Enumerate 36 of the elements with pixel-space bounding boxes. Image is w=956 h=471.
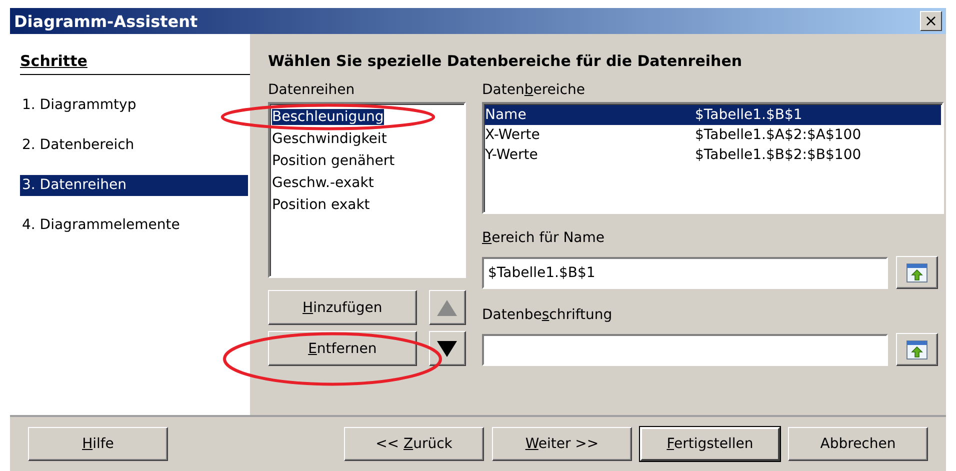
dialog-button[interactable]: Weiter >> bbox=[492, 427, 632, 461]
range-row[interactable]: X-Werte $Tabelle1.$A$2:$A$100 bbox=[485, 125, 941, 145]
dialog-button[interactable]: Fertigstellen bbox=[640, 427, 780, 461]
down-triangle-icon bbox=[436, 340, 458, 358]
section-heading: Wählen Sie spezielle Datenbereiche für die Datenreihen bbox=[268, 52, 744, 70]
step-item[interactable]: 1. Diagrammtyp bbox=[20, 95, 248, 116]
series-item[interactable]: Geschw.-exakt bbox=[272, 175, 374, 191]
steps-heading: Schritte bbox=[20, 52, 250, 75]
ranges-label: Datenbereiche bbox=[482, 82, 586, 100]
select-range-button[interactable] bbox=[896, 333, 938, 366]
series-list[interactable]: Beschleunigung Geschwindigkeit Position genähert Geschw.-exakt Position exakt bbox=[268, 102, 466, 278]
step-item[interactable]: 3. Datenreihen bbox=[20, 175, 248, 196]
dialog-button[interactable]: Abbrechen bbox=[788, 427, 928, 461]
range-row[interactable]: Y-Werte $Tabelle1.$B$2:$B$100 bbox=[485, 145, 941, 165]
dialog-button[interactable]: Hilfe bbox=[28, 427, 168, 461]
up-triangle-icon bbox=[436, 298, 458, 316]
move-down-button[interactable] bbox=[428, 331, 466, 366]
series-label: Datenreihen bbox=[268, 82, 356, 100]
remove-button[interactable]: Entfernen bbox=[268, 331, 417, 366]
series-item[interactable]: Beschleunigung bbox=[272, 109, 384, 125]
dialog-button[interactable]: << Zurück bbox=[344, 427, 484, 461]
series-item[interactable]: Position genähert bbox=[272, 153, 395, 169]
range-field[interactable]: $Tabelle1.$B$1 bbox=[482, 256, 888, 288]
series-item[interactable]: Geschwindigkeit bbox=[272, 131, 387, 147]
window-title: Diagramm-Assistent bbox=[14, 12, 198, 30]
add-button[interactable]: Hinzufügen bbox=[268, 290, 417, 325]
ranges-list[interactable]: Name $Tabelle1.$B$1 X-Werte $Tabelle1.$A$2:$A$100 Y-Werte $Tabelle1.$B$2:$B$100 bbox=[482, 102, 944, 214]
field-label: Datenbeschriftung bbox=[482, 307, 614, 325]
close-button[interactable]: × bbox=[920, 11, 942, 31]
step-item[interactable]: 4. Diagrammelemente bbox=[20, 215, 248, 236]
select-range-button[interactable] bbox=[896, 256, 938, 289]
field-label: Bereich für Name bbox=[482, 230, 606, 248]
range-row[interactable]: Name $Tabelle1.$B$1 bbox=[485, 105, 941, 125]
step-item[interactable]: 2. Datenbereich bbox=[20, 135, 248, 156]
series-item[interactable]: Position exakt bbox=[272, 197, 370, 213]
range-field[interactable] bbox=[482, 334, 888, 366]
